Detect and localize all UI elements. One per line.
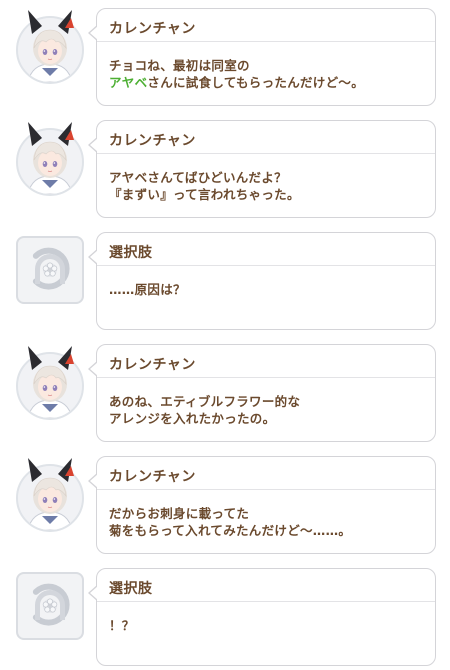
message-text: ……原因は？ [109,281,425,298]
message-segment: さんに試食してもらったんだけど～。 [147,75,365,90]
horseshoe-flower-icon [16,572,84,640]
character-avatar-icon [16,346,84,420]
dialogue-entry: カレンチャンあのね、エティブルフラワー的な アレンジを入れたかったの。 [0,344,450,444]
horseshoe-flower-icon [16,236,84,304]
bubble-divider [97,377,435,378]
message-text: だからお刺身に載ってた菊をもらって入れてみたんだけど～……。 [109,505,425,539]
bubble-divider [97,153,435,154]
bubble-divider [97,489,435,490]
dialogue-entry: カレンチャンだからお刺身に載ってた菊をもらって入れてみたんだけど～……。 [0,456,450,556]
character-avatar-icon [16,458,84,532]
speaker-name: 選択肢 [109,581,153,597]
message-bubble: 選択肢 ！？ [88,568,436,666]
message-bubble: カレンチャンアヤベさんてばひどいんだよ？ 『まずい』って言われちゃった。 [88,120,436,218]
message-text: あのね、エティブルフラワー的な アレンジを入れたかったの。 [109,393,425,427]
speaker-name: カレンチャン [109,21,196,37]
message-segment: 菊をもらって入れてみたんだけど～……。 [109,523,352,538]
message-bubble: 選択肢 ……原因は？ [88,232,436,330]
message-segment: ……原因は？ [109,282,186,297]
message-segment: だからお刺身に載ってた [109,506,250,521]
message-segment: ！？ [109,618,135,633]
bubble-divider [97,41,435,42]
message-segment: 『まずい』って言われちゃった。 [109,187,300,202]
highlighted-name: アヤベ [109,75,148,90]
dialogue-entry: 選択肢 ……原因は？ [0,232,450,332]
message-segment: アレンジを入れたかったの。 [109,411,276,426]
message-segment: アヤベさんてばひどいんだよ？ [109,170,287,185]
speaker-name: カレンチャン [109,357,196,373]
dialogue-entry: 選択肢 ！？ [0,568,450,668]
speaker-name: カレンチャン [109,469,196,485]
bubble-divider [97,601,435,602]
message-text: アヤベさんてばひどいんだよ？ 『まずい』って言われちゃった。 [109,169,425,203]
character-avatar-icon [16,122,84,196]
message-bubble: カレンチャンチョコね、最初は同室の アヤベさんに試食してもらったんだけど～。 [88,8,436,106]
message-bubble: カレンチャンだからお刺身に載ってた菊をもらって入れてみたんだけど～……。 [88,456,436,554]
character-avatar-icon [16,10,84,84]
dialogue-entry: カレンチャンチョコね、最初は同室の アヤベさんに試食してもらったんだけど～。 [0,8,450,108]
bubble-divider [97,265,435,266]
speaker-name: カレンチャン [109,133,196,149]
message-text: チョコね、最初は同室の アヤベさんに試食してもらったんだけど～。 [109,57,425,91]
message-text: ！？ [109,617,425,634]
message-segment: チョコね、最初は同室の [109,58,250,73]
speaker-name: 選択肢 [109,245,153,261]
message-segment: あのね、エティブルフラワー的な [109,394,301,409]
dialogue-entry: カレンチャンアヤベさんてばひどいんだよ？ 『まずい』って言われちゃった。 [0,120,450,220]
message-bubble: カレンチャンあのね、エティブルフラワー的な アレンジを入れたかったの。 [88,344,436,442]
